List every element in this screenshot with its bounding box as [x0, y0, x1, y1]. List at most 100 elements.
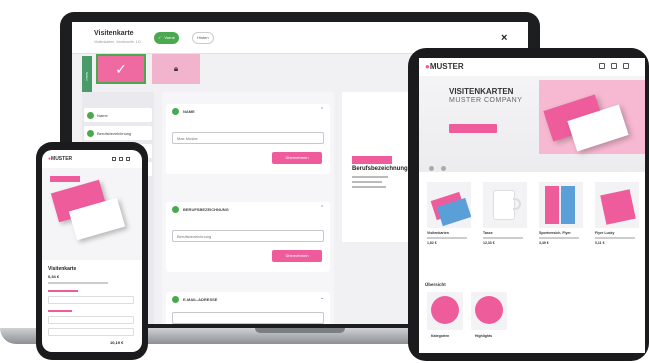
front-side-label: Vorne: [164, 35, 175, 40]
section-label: NAME: [183, 109, 195, 114]
section-title: Übersicht: [425, 282, 446, 287]
back-side-thumbnail[interactable]: 🔒︎: [152, 54, 200, 84]
category-tile[interactable]: [471, 292, 507, 330]
product-price: 0,11 €: [595, 241, 605, 245]
user-icon[interactable]: [119, 157, 123, 161]
editor-title: Visitenkarte: [94, 30, 134, 37]
back-side-label: Hinten: [197, 35, 209, 40]
sidebar-item-label: Name: [97, 112, 108, 118]
back-side-button[interactable]: Hinten: [192, 32, 214, 44]
chevron-down-icon[interactable]: ⌄: [320, 295, 324, 301]
check-circle-icon: [87, 129, 94, 137]
close-icon[interactable]: ×: [501, 32, 507, 44]
sidebar-item-label: Berufsbezeichnung: [97, 130, 132, 136]
pages-tab-label: Seiten: [85, 71, 89, 81]
apply-button[interactable]: Übernehmen: [272, 250, 322, 262]
email-input[interactable]: [172, 312, 324, 324]
carousel-prev-icon[interactable]: [429, 166, 434, 171]
category-label: Highlights: [475, 334, 493, 338]
check-circle-icon: [172, 296, 179, 303]
total-price: 10,19 €: [110, 340, 124, 345]
shop-screen: ●MUSTER VISITENKARTEN MUSTER COMPANY Vis…: [419, 58, 645, 353]
product-image: [427, 182, 471, 228]
product-image: [539, 182, 583, 228]
cart-icon[interactable]: [623, 63, 629, 69]
phone-logo[interactable]: ●MUSTER: [48, 156, 72, 162]
hero-subtitle: MUSTER COMPANY: [449, 97, 523, 104]
check-circle-icon: [172, 108, 179, 115]
preview-accent-bar: [352, 156, 392, 164]
check-circle-icon: [87, 111, 94, 119]
user-icon[interactable]: [611, 63, 617, 69]
product-description: [427, 237, 467, 239]
option-select[interactable]: [48, 316, 134, 324]
section-label: E-MAIL-ADRESSE: [183, 297, 218, 302]
shop-logo[interactable]: ●MUSTER: [425, 62, 464, 71]
product-name: Sportversich. Flyer: [539, 231, 571, 235]
product-price: 1,82 €: [427, 241, 437, 245]
product-price: 0,34 €: [48, 274, 60, 279]
chevron-up-icon[interactable]: ⌃: [320, 205, 324, 211]
phone-screen: ●MUSTER Visitenkarte 0,34 € 10,19 €: [42, 150, 142, 352]
product-card[interactable]: Tasse 12,33 €: [483, 182, 527, 245]
product-card[interactable]: Visitenkarten 1,82 €: [427, 182, 471, 245]
category-label: Kategorien: [431, 334, 450, 338]
carousel-next-icon[interactable]: [441, 166, 446, 171]
phone-header-icons: [112, 157, 130, 161]
product-name: Visitenkarten: [427, 231, 449, 235]
phone-logo-text: MUSTER: [51, 156, 73, 162]
search-icon[interactable]: [112, 157, 116, 161]
editor-subtitle: Visitenkarten, Vorderseite, 1/0: [94, 40, 141, 44]
product-name: Tasse: [483, 231, 493, 235]
apply-button[interactable]: Übernehmen: [272, 152, 322, 164]
sidebar-item-name[interactable]: Name: [84, 108, 152, 122]
chevron-up-icon[interactable]: ⌃: [320, 107, 324, 113]
check-circle-icon: [172, 206, 179, 213]
search-icon[interactable]: [599, 63, 605, 69]
category-icon: [431, 296, 459, 324]
link-line[interactable]: [48, 310, 72, 312]
category-icon: [475, 296, 503, 324]
product-price: 12,33 €: [483, 241, 495, 245]
front-side-button[interactable]: ✓ Vorne: [154, 32, 179, 44]
category-tile[interactable]: [427, 292, 463, 330]
preview-line: [352, 181, 382, 183]
front-side-thumbnail[interactable]: ✓: [96, 54, 146, 84]
product-image: [595, 182, 639, 228]
product-price: 3,49 €: [539, 241, 549, 245]
lock-icon: 🔒︎: [173, 64, 179, 73]
product-name: Flyer Lucky: [595, 231, 615, 235]
cart-icon[interactable]: [126, 157, 130, 161]
text-line: [48, 282, 108, 284]
hero-title: VISITENKARTEN: [449, 87, 514, 96]
product-image: [483, 182, 527, 228]
option-select[interactable]: [48, 296, 134, 304]
pages-tab[interactable]: Seiten: [82, 56, 92, 96]
job-title-section: BERUFSBEZEICHNUNG ⌃ Berufsbezeichnung Üb…: [166, 202, 330, 272]
link-line[interactable]: [48, 290, 78, 292]
sidebar-item-job-title[interactable]: Berufsbezeichnung: [84, 126, 152, 140]
product-card[interactable]: Flyer Lucky 0,11 €: [595, 182, 639, 245]
laptop-notch: [255, 328, 345, 333]
image-accent: [50, 176, 80, 182]
job-title-input[interactable]: Berufsbezeichnung: [172, 230, 324, 242]
section-header[interactable]: E-MAIL-ADRESSE: [172, 296, 217, 303]
product-card[interactable]: Sportversich. Flyer 3,49 €: [539, 182, 583, 245]
product-description: [539, 237, 579, 239]
section-label: BERUFSBEZEICHNUNG: [183, 207, 229, 212]
section-header[interactable]: NAME: [172, 108, 195, 115]
hero-cta-button[interactable]: [449, 124, 497, 133]
shop-logo-text: MUSTER: [429, 62, 464, 71]
editor-form: NAME ⌃ Max Muster Übernehmen BERUFSBEZEI…: [162, 92, 334, 324]
header-icons: [599, 63, 629, 69]
product-description: [483, 237, 523, 239]
email-section: E-MAIL-ADRESSE ⌄: [166, 292, 330, 324]
name-section: NAME ⌃ Max Muster Übernehmen: [166, 104, 330, 174]
section-header[interactable]: BERUFSBEZEICHNUNG: [172, 206, 229, 213]
quantity-select[interactable]: [48, 328, 134, 336]
product-description: [595, 237, 635, 239]
preview-line: [352, 176, 388, 178]
preview-line: [352, 186, 386, 188]
check-icon: ✓: [115, 61, 127, 77]
name-input[interactable]: Max Muster: [172, 132, 324, 144]
